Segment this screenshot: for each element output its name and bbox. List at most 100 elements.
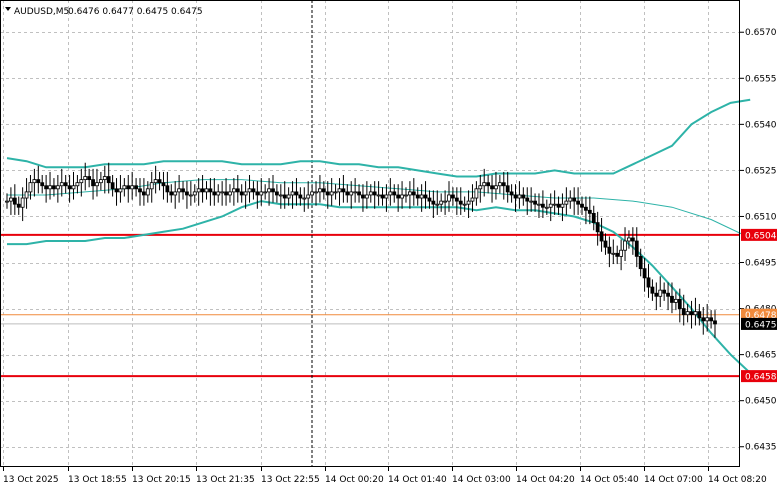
candle-body (282, 194, 287, 199)
candle-body (368, 191, 373, 196)
candle-body (220, 191, 225, 194)
candle-body (384, 194, 389, 199)
candle-body (497, 182, 502, 187)
x-tick-label: 14 Oct 05:40 (580, 475, 639, 485)
y-tick-label: 0.6570 (745, 28, 777, 38)
candle-body (509, 191, 514, 196)
candle-body (130, 185, 135, 190)
candle-body (169, 191, 174, 196)
candle-body (251, 188, 256, 193)
candle-body (564, 200, 569, 205)
candle-body (407, 191, 412, 196)
price-chart: 0.6570 0.6555 0.6540 0.6525 0.6510 0.6495 0.64… (0, 0, 781, 489)
x-tick-label: 13 Oct 2025 (3, 475, 59, 485)
candle-body (537, 203, 541, 206)
symbol-label: AUDUSD,M5 (14, 7, 69, 17)
candle-body (587, 209, 592, 214)
candle-body (560, 203, 565, 208)
candle-body (294, 191, 299, 196)
candle-body (646, 277, 651, 288)
x-tick-label: 13 Oct 20:15 (132, 475, 191, 485)
candle-body (607, 246, 612, 254)
candle-body (20, 197, 25, 208)
candle-body (513, 194, 518, 199)
candle-body (435, 203, 440, 206)
candle-body (228, 191, 232, 196)
candle-body (79, 179, 84, 184)
candle-body (458, 200, 463, 205)
candle-body (67, 185, 72, 190)
price-tag-label: 0.6504 (745, 231, 777, 241)
candle-body (16, 203, 21, 208)
candle-body (177, 188, 182, 193)
y-tick-label: 0.6540 (745, 120, 777, 130)
y-tick-label: 0.6495 (745, 259, 777, 269)
candle-body (145, 188, 150, 196)
y-tick-label: 0.6435 (745, 443, 777, 453)
price-tag-label: 0.6458 (745, 373, 777, 383)
candle-body (153, 179, 158, 184)
candle-body (466, 200, 471, 205)
candle-body (52, 185, 56, 190)
candle-body (337, 188, 342, 193)
candle-body (196, 188, 201, 193)
candle-body (224, 191, 228, 196)
candle-body (98, 179, 103, 184)
candle-body (44, 185, 49, 190)
candle-body (192, 191, 197, 196)
candle-body (591, 212, 596, 224)
candle-body (286, 194, 291, 199)
candle-body (443, 200, 447, 203)
candle-body (325, 191, 330, 196)
candle-body (243, 191, 248, 196)
candle-body (396, 194, 401, 199)
candle-body (658, 289, 663, 297)
candle-body (419, 194, 424, 199)
candle-body (404, 194, 408, 197)
candle-body (673, 298, 678, 303)
candle-body (595, 222, 600, 233)
candle-body (161, 182, 166, 187)
candle-body (345, 191, 350, 196)
candle-body (490, 185, 494, 190)
x-tick-label: 14 Oct 03:00 (452, 475, 511, 485)
ohlc-readout: 0.6476 0.6477 0.6475 0.6475 (68, 7, 203, 17)
candle-body (59, 182, 64, 187)
candle-body (302, 197, 307, 200)
candle-body (165, 185, 170, 193)
candle-body (603, 240, 608, 248)
candle-body (681, 308, 686, 316)
candle-body (427, 197, 432, 202)
candle-body (552, 203, 557, 206)
candle-body (126, 185, 131, 190)
candle-body (298, 194, 303, 199)
candle-body (329, 191, 334, 196)
candle-body (235, 188, 240, 193)
candle-body (611, 252, 616, 255)
candle-body (556, 203, 561, 208)
candle-body (114, 188, 119, 193)
candle-body (505, 185, 510, 193)
x-tick-label: 14 Oct 07:00 (644, 475, 703, 485)
candle-body (576, 200, 580, 205)
candle-body (91, 179, 95, 187)
plot-background (0, 0, 781, 489)
candle-body (494, 185, 498, 190)
x-tick-label: 14 Oct 04:20 (516, 475, 575, 485)
x-tick-label: 13 Oct 22:55 (261, 475, 320, 485)
candle-body (599, 231, 604, 242)
candle-body (9, 197, 13, 202)
x-tick-label: 14 Oct 08:20 (708, 475, 767, 485)
chart-header: AUDUSD,M5 0.6476 0.6477 0.6475 0.6475 (5, 7, 203, 17)
candle-body (231, 188, 236, 193)
price-tag-label: 0.6475 (745, 320, 777, 330)
candle-body (462, 203, 467, 206)
candle-body (32, 179, 37, 184)
candle-body (106, 176, 111, 184)
candle-body (525, 197, 530, 202)
candle-body (474, 188, 479, 199)
x-tick-label: 14 Oct 01:40 (388, 475, 447, 485)
candle-body (713, 320, 717, 325)
candle-body (634, 240, 639, 257)
candle-body (705, 317, 710, 322)
